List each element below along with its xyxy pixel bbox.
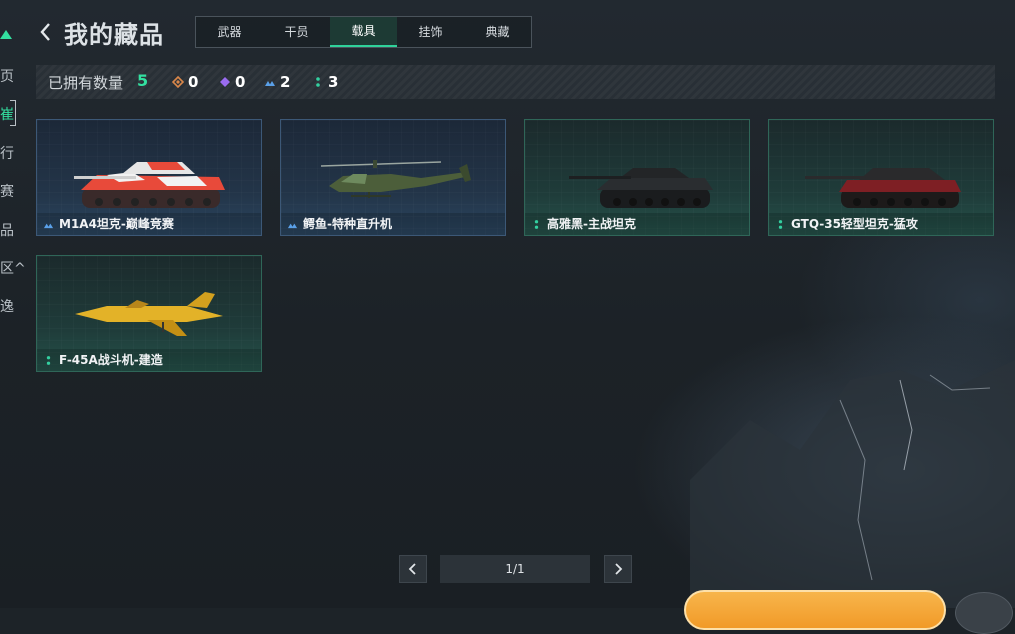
rarity-blue-count: 2 (264, 73, 290, 91)
chevron-right-icon (615, 563, 623, 575)
helicopter-image (320, 160, 471, 198)
green-dots-icon (778, 220, 783, 229)
owned-total: 5 (137, 71, 149, 90)
jet-yellow-image (75, 292, 223, 336)
chevron-left-icon (40, 23, 50, 41)
sidebar-item-6[interactable]: 逸 (0, 296, 14, 316)
tab-weapons[interactable]: 武器 (196, 17, 263, 47)
item-name: 高雅黑-主战坦克 (547, 217, 636, 231)
next-page-button[interactable] (604, 555, 632, 583)
item-card[interactable]: 鳄鱼-特种直升机 (280, 119, 506, 236)
page-title: 我的藏品 (64, 21, 164, 49)
tab-vehicles[interactable]: 载具 (330, 17, 397, 47)
sidebar-item-0[interactable]: 页 (0, 66, 14, 86)
tab-charms[interactable]: 挂饰 (397, 17, 464, 47)
sidebar-active-bracket (10, 100, 16, 126)
tab-collection[interactable]: 典藏 (464, 17, 531, 47)
sidebar-item-2[interactable]: 行 (0, 143, 14, 163)
sidebar: 页 崔 行 赛 品 区^ 逸 (0, 0, 28, 608)
owned-count-bar: 已拥有数量 5 0 0 2 3 (36, 65, 995, 99)
mountain-backdrop (690, 360, 1015, 608)
primary-action-button[interactable] (684, 590, 946, 630)
rarity-orange-count: 0 (172, 73, 198, 91)
back-button[interactable] (36, 18, 56, 46)
sidebar-item-3[interactable]: 赛 (0, 181, 14, 201)
sidebar-item-4[interactable]: 品 (0, 220, 14, 240)
item-name: GTQ-35轻型坦克-猛攻 (791, 217, 918, 231)
tank-red-image (74, 162, 225, 208)
category-tabs: 武器 干员 载具 挂饰 典藏 (195, 16, 532, 48)
tab-operators[interactable]: 干员 (263, 17, 330, 47)
blue-chevron-icon (287, 223, 298, 229)
tank-dark-red-image (805, 168, 961, 208)
item-name: 鳄鱼-特种直升机 (303, 217, 392, 231)
item-name: F-45A战斗机-建造 (59, 353, 163, 367)
green-dots-icon (316, 77, 320, 87)
item-card[interactable]: F-45A战斗机-建造 (36, 255, 262, 372)
blue-chevron-icon (265, 81, 275, 86)
owned-count-label: 已拥有数量 (48, 74, 124, 92)
item-card[interactable]: 高雅黑-主战坦克 (524, 119, 750, 236)
rarity-purple-count: 0 (219, 73, 245, 91)
rarity-green-count: 3 (312, 73, 338, 91)
green-dots-icon (534, 220, 539, 229)
tank-black-image (569, 168, 713, 208)
green-dots-icon (46, 356, 51, 365)
item-name: M1A4坦克-巅峰竞赛 (59, 217, 174, 231)
item-card[interactable]: GTQ-35轻型坦克-猛攻 (768, 119, 994, 236)
page-indicator: 1/1 (440, 555, 590, 583)
item-card[interactable]: M1A4坦克-巅峰竞赛 (36, 119, 262, 236)
chevron-left-icon (408, 563, 416, 575)
purple-diamond-icon (220, 77, 230, 87)
orange-diamond-icon (172, 76, 184, 88)
sidebar-item-5[interactable]: 区^ (0, 258, 26, 278)
blue-chevron-icon (43, 223, 54, 229)
sidebar-up-marker-icon (0, 30, 12, 39)
prev-page-button[interactable] (399, 555, 427, 583)
round-action-button[interactable] (955, 592, 1013, 634)
